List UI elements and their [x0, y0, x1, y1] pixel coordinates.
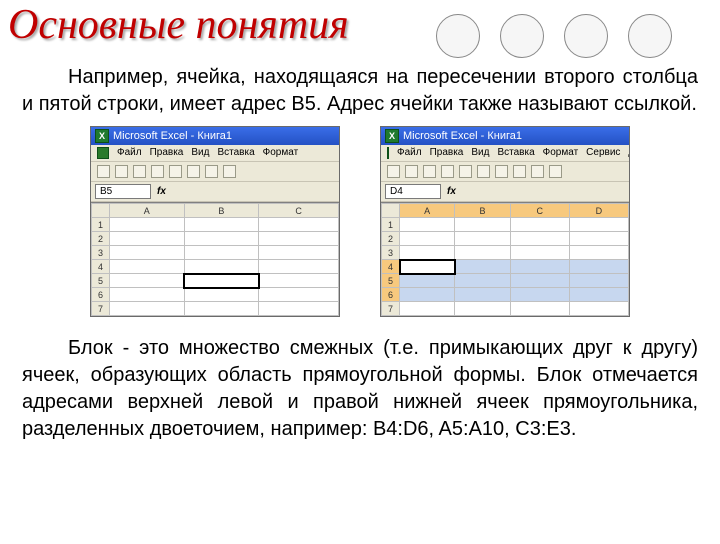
- col-header[interactable]: A: [110, 204, 185, 218]
- toolbar-left: [91, 162, 339, 182]
- doc-icon: [97, 147, 109, 159]
- paragraph-2: Блок - это множество смежных (т.е. примы…: [22, 335, 698, 443]
- paste-icon[interactable]: [223, 165, 236, 178]
- menu-item[interactable]: Вид: [471, 147, 489, 159]
- excel-left: X Microsoft Excel - Книга1 Файл Правка В…: [90, 126, 340, 317]
- name-box-right[interactable]: D4: [385, 184, 441, 199]
- col-header[interactable]: A: [400, 204, 455, 218]
- menu-item[interactable]: Файл: [117, 147, 142, 159]
- menu-item[interactable]: Сервис: [586, 147, 620, 159]
- redo-icon[interactable]: [549, 165, 562, 178]
- col-header[interactable]: D: [569, 204, 628, 218]
- menu-item[interactable]: Вставка: [497, 147, 534, 159]
- menubar-left: Файл Правка Вид Вставка Формат: [91, 145, 339, 162]
- menu-item[interactable]: Да: [628, 147, 629, 159]
- paragraph-1: Например, ячейка, находящаяся на пересеч…: [22, 64, 698, 118]
- name-box-left[interactable]: B5: [95, 184, 151, 199]
- doc-icon: [387, 147, 389, 159]
- menu-item[interactable]: Формат: [543, 147, 579, 159]
- col-header[interactable]: B: [455, 204, 510, 218]
- save-icon[interactable]: [133, 165, 146, 178]
- new-icon[interactable]: [97, 165, 110, 178]
- app-title-right: Microsoft Excel - Книга1: [403, 130, 522, 142]
- col-header[interactable]: C: [259, 204, 339, 218]
- open-icon[interactable]: [405, 165, 418, 178]
- col-header[interactable]: B: [184, 204, 259, 218]
- decorative-circles: [436, 14, 672, 58]
- paste-icon[interactable]: [513, 165, 526, 178]
- print-icon[interactable]: [151, 165, 164, 178]
- excel-right: X Microsoft Excel - Книга1 Файл Правка В…: [380, 126, 630, 317]
- undo-icon[interactable]: [531, 165, 544, 178]
- open-icon[interactable]: [115, 165, 128, 178]
- grid-left[interactable]: A B C 1 2 3 4 5 6 7: [91, 202, 339, 316]
- excel-icon: X: [385, 129, 399, 143]
- toolbar-right: [381, 162, 629, 182]
- cut-icon[interactable]: [477, 165, 490, 178]
- cut-icon[interactable]: [187, 165, 200, 178]
- new-icon[interactable]: [387, 165, 400, 178]
- menu-item[interactable]: Правка: [430, 147, 464, 159]
- print-icon[interactable]: [441, 165, 454, 178]
- titlebar-left: X Microsoft Excel - Книга1: [91, 127, 339, 145]
- selected-cell-b5[interactable]: [184, 274, 259, 288]
- range-anchor[interactable]: [400, 260, 455, 274]
- fx-icon[interactable]: fx: [447, 186, 456, 197]
- menu-item[interactable]: Файл: [397, 147, 422, 159]
- app-title-left: Microsoft Excel - Книга1: [113, 130, 232, 142]
- copy-icon[interactable]: [495, 165, 508, 178]
- excel-icon: X: [95, 129, 109, 143]
- fx-icon[interactable]: fx: [157, 186, 166, 197]
- menu-item[interactable]: Вставка: [217, 147, 254, 159]
- menu-item[interactable]: Вид: [191, 147, 209, 159]
- titlebar-right: X Microsoft Excel - Книга1: [381, 127, 629, 145]
- preview-icon[interactable]: [459, 165, 472, 178]
- menubar-right: Файл Правка Вид Вставка Формат Сервис Да: [381, 145, 629, 162]
- grid-right[interactable]: A B C D 1 2 3 4 5 6 7: [381, 202, 629, 316]
- menu-item[interactable]: Правка: [150, 147, 184, 159]
- preview-icon[interactable]: [169, 165, 182, 178]
- copy-icon[interactable]: [205, 165, 218, 178]
- col-header[interactable]: C: [510, 204, 569, 218]
- menu-item[interactable]: Формат: [263, 147, 299, 159]
- save-icon[interactable]: [423, 165, 436, 178]
